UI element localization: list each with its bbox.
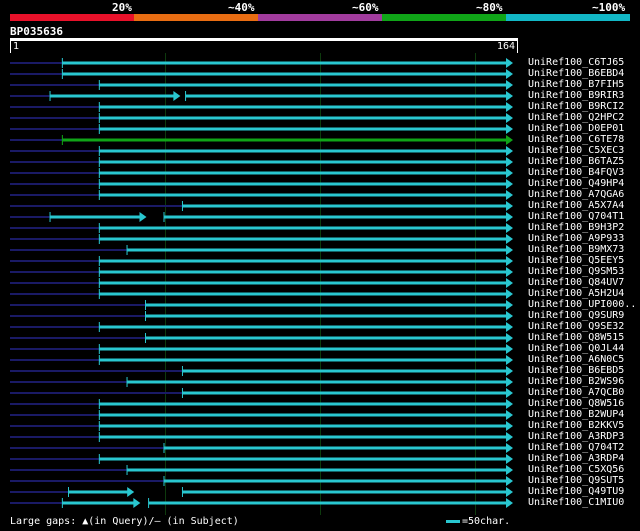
hit-end-arrow bbox=[506, 322, 513, 332]
hit-label[interactable]: UniRef100_Q49TU9 bbox=[528, 486, 624, 497]
hit-label[interactable]: UniRef100_C6TE78 bbox=[528, 134, 624, 145]
hit-label[interactable]: UniRef100_Q0JL44 bbox=[528, 343, 624, 354]
hit-end-arrow bbox=[506, 366, 513, 376]
scale-label: =50char. bbox=[462, 516, 511, 527]
hit-label[interactable]: UniRef100_Q49HP4 bbox=[528, 178, 624, 189]
hit-label[interactable]: UniRef100_B9RIR3 bbox=[528, 90, 624, 101]
hit-label[interactable]: UniRef100_A7QCB0 bbox=[528, 387, 624, 398]
hit-end-arrow bbox=[506, 498, 513, 508]
scale-bar bbox=[446, 519, 460, 523]
hit-end-arrow bbox=[506, 476, 513, 486]
hit-end-arrow bbox=[506, 113, 513, 123]
hit-end-arrow bbox=[127, 487, 135, 497]
hit-end-arrow bbox=[506, 234, 513, 244]
hit-label[interactable]: UniRef100_D0EP01 bbox=[528, 123, 624, 134]
hit-end-arrow bbox=[506, 278, 513, 288]
hit-label[interactable]: UniRef100_Q84UV7 bbox=[528, 277, 624, 288]
hit-label[interactable]: UniRef100_Q8W515 bbox=[528, 332, 624, 343]
hit-end-arrow bbox=[506, 190, 513, 200]
hit-end-arrow bbox=[506, 377, 513, 387]
hit-end-arrow bbox=[506, 124, 513, 134]
hit-end-arrow bbox=[506, 212, 513, 222]
hit-label[interactable]: UniRef100_A3RDP4 bbox=[528, 453, 624, 464]
hit-label[interactable]: UniRef100_Q8W516 bbox=[528, 398, 624, 409]
hit-end-arrow bbox=[506, 58, 513, 68]
hit-label[interactable]: UniRef100_B2KKV5 bbox=[528, 420, 624, 431]
gap-legend: Large gaps: ▲(in Query)/– (in Subject) bbox=[10, 516, 239, 527]
hit-label[interactable]: UniRef100_A7QGA6 bbox=[528, 189, 624, 200]
hit-end-arrow bbox=[506, 168, 513, 178]
hit-label[interactable]: UniRef100_B2WS96 bbox=[528, 376, 624, 387]
hit-end-arrow bbox=[506, 102, 513, 112]
hit-label[interactable]: UniRef100_UPI000.. bbox=[528, 299, 636, 310]
hit-label[interactable]: UniRef100_A9P933 bbox=[528, 233, 624, 244]
hit-end-arrow bbox=[506, 399, 513, 409]
hit-label[interactable]: UniRef100_B4FQV3 bbox=[528, 167, 624, 178]
hit-end-arrow bbox=[133, 498, 141, 508]
hit-label[interactable]: UniRef100_B6TAZ5 bbox=[528, 156, 624, 167]
hit-label[interactable]: UniRef100_Q2HPC2 bbox=[528, 112, 624, 123]
hit-end-arrow bbox=[139, 212, 147, 222]
hit-end-arrow bbox=[506, 157, 513, 167]
hit-end-arrow bbox=[506, 267, 513, 277]
hit-end-arrow bbox=[506, 245, 513, 255]
hit-end-arrow bbox=[506, 421, 513, 431]
hit-end-arrow bbox=[506, 179, 513, 189]
hit-end-arrow bbox=[506, 256, 513, 266]
hit-end-arrow bbox=[506, 300, 513, 310]
hit-end-arrow bbox=[506, 465, 513, 475]
hit-end-arrow bbox=[506, 487, 513, 497]
hit-end-arrow bbox=[506, 146, 513, 156]
hit-label[interactable]: UniRef100_Q9SM53 bbox=[528, 266, 624, 277]
hit-end-arrow bbox=[506, 443, 513, 453]
hit-label[interactable]: UniRef100_B9RCI2 bbox=[528, 101, 624, 112]
hit-label[interactable]: UniRef100_B9MX73 bbox=[528, 244, 624, 255]
hit-end-arrow bbox=[506, 333, 513, 343]
hit-label[interactable]: UniRef100_Q9SE32 bbox=[528, 321, 624, 332]
hit-end-arrow bbox=[506, 289, 513, 299]
hit-end-arrow bbox=[506, 388, 513, 398]
hit-end-arrow bbox=[506, 344, 513, 354]
hit-label[interactable]: UniRef100_C5XQ56 bbox=[528, 464, 624, 475]
hit-end-arrow bbox=[506, 223, 513, 233]
hit-label[interactable]: UniRef100_Q5EEY5 bbox=[528, 255, 624, 266]
hit-end-arrow bbox=[506, 135, 513, 145]
hit-end-arrow bbox=[506, 432, 513, 442]
hit-label[interactable]: UniRef100_Q9SUT5 bbox=[528, 475, 624, 486]
hit-end-arrow bbox=[506, 91, 513, 101]
hit-label[interactable]: UniRef100_C6TJ65 bbox=[528, 57, 624, 68]
hit-end-arrow bbox=[173, 91, 181, 101]
hit-label[interactable]: UniRef100_A6N0C5 bbox=[528, 354, 624, 365]
hit-end-arrow bbox=[506, 410, 513, 420]
hit-label[interactable]: UniRef100_A5X7A4 bbox=[528, 200, 624, 211]
hit-label[interactable]: UniRef100_Q704T2 bbox=[528, 442, 624, 453]
hit-end-arrow bbox=[506, 80, 513, 90]
hit-label[interactable]: UniRef100_Q9SUR9 bbox=[528, 310, 624, 321]
hit-label[interactable]: UniRef100_A3RDP3 bbox=[528, 431, 624, 442]
hit-label[interactable]: UniRef100_B2WUP4 bbox=[528, 409, 624, 420]
hit-label[interactable]: UniRef100_Q704T1 bbox=[528, 211, 624, 222]
hit-end-arrow bbox=[506, 454, 513, 464]
hit-label[interactable]: UniRef100_B9H3P2 bbox=[528, 222, 624, 233]
hit-label[interactable]: UniRef100_C1MIU0 bbox=[528, 497, 624, 508]
blast-overview: 20% ~40% ~60% ~80% ~100% BP035636 1 164 … bbox=[0, 0, 640, 531]
hit-end-arrow bbox=[506, 201, 513, 211]
hit-label[interactable]: UniRef100_C5XEC3 bbox=[528, 145, 624, 156]
hit-end-arrow bbox=[506, 69, 513, 79]
hit-label[interactable]: UniRef100_B6EBD4 bbox=[528, 68, 624, 79]
hit-label[interactable]: UniRef100_A5H2U4 bbox=[528, 288, 624, 299]
hit-end-arrow bbox=[506, 355, 513, 365]
hit-label[interactable]: UniRef100_B6EBD5 bbox=[528, 365, 624, 376]
scale-legend: =50char. bbox=[446, 516, 510, 527]
hit-label[interactable]: UniRef100_B7FIH5 bbox=[528, 79, 624, 90]
hit-end-arrow bbox=[506, 311, 513, 321]
